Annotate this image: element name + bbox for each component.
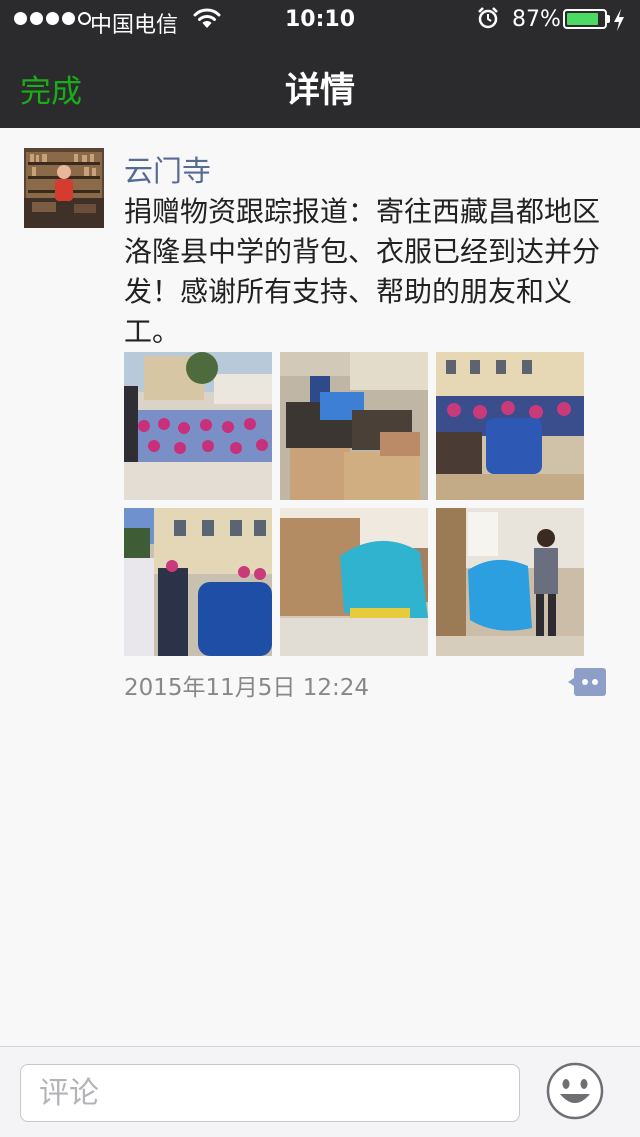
post-author-name[interactable]: 云门寺 bbox=[124, 148, 211, 190]
post-text: 捐赠物资跟踪报道：寄往西藏昌都地区洛隆县中学的背包、衣服已经到达并分发！感谢所有… bbox=[124, 195, 601, 348]
post-photo[interactable] bbox=[124, 508, 272, 656]
battery-level-fill bbox=[567, 13, 598, 25]
post-photo[interactable] bbox=[280, 352, 428, 500]
battery-icon bbox=[563, 9, 607, 29]
post-photo[interactable] bbox=[436, 352, 584, 500]
post-photo[interactable] bbox=[280, 508, 428, 656]
battery-percent: 87% bbox=[512, 7, 561, 32]
comment-input[interactable] bbox=[20, 1064, 520, 1122]
status-bar: 中国电信 10:10 87% bbox=[0, 0, 640, 40]
top-bar: 中国电信 10:10 87% 完成 详情 bbox=[0, 0, 640, 128]
charging-bolt-icon bbox=[614, 9, 624, 31]
post-photo[interactable] bbox=[124, 352, 272, 500]
alarm-icon bbox=[478, 7, 498, 29]
page-title: 详情 bbox=[284, 71, 355, 111]
post-photo[interactable] bbox=[436, 508, 584, 656]
photo-grid bbox=[124, 352, 584, 656]
battery-tip bbox=[607, 15, 610, 23]
post-timestamp: 2015年11月5日 12:24 bbox=[124, 675, 370, 701]
emoji-icon[interactable] bbox=[546, 1062, 604, 1120]
author-avatar[interactable] bbox=[24, 148, 104, 228]
comment-icon[interactable] bbox=[568, 668, 606, 696]
